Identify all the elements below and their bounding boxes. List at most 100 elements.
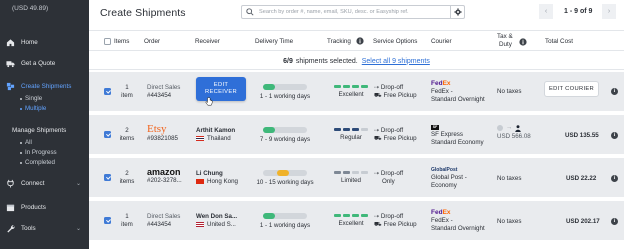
column-tax-duty-line1[interactable]: Tax & — [497, 33, 513, 40]
delivery-progress-bar — [263, 170, 307, 176]
tracking-dash — [361, 85, 368, 88]
column-delivery-time[interactable]: Delivery Time — [255, 38, 293, 45]
pagination-text: 1 - 9 of 9 — [564, 8, 593, 15]
items-count: 1 item — [121, 84, 133, 99]
truck-icon: ⛟ — [374, 135, 384, 142]
next-page-button[interactable]: › — [602, 4, 616, 19]
amazon-logo: amazon — [147, 167, 181, 177]
tracking-dash — [343, 85, 350, 88]
column-items[interactable]: Items — [114, 38, 129, 45]
sidebar-item-create-shipments[interactable]: Create Shipments — [0, 82, 89, 91]
delivery-progress-fill — [263, 213, 275, 219]
delivery-time: 10 - 15 working days — [254, 170, 316, 187]
row-checkbox[interactable] — [104, 131, 111, 138]
sidebar-item-get-a-quote[interactable]: Get a Quote — [0, 59, 89, 68]
delivery-progress-bar — [263, 127, 307, 133]
wrench-icon — [7, 225, 15, 233]
sidebar-sub-label: Completed — [25, 159, 55, 166]
search-input[interactable] — [259, 9, 439, 15]
info-icon[interactable] — [519, 38, 527, 46]
dropoff-icon: ⇢ — [374, 170, 381, 177]
arrow-right-icon: → — [506, 124, 513, 131]
search-settings-button[interactable] — [450, 6, 464, 18]
sidebar-sub-label: All — [25, 139, 32, 146]
info-icon[interactable] — [356, 37, 364, 45]
fedex-logo: FedEx — [431, 209, 451, 216]
search-icon — [246, 8, 254, 16]
row-checkbox[interactable] — [104, 88, 111, 95]
dropoff-icon: ⇢ — [374, 213, 381, 220]
column-total-cost[interactable]: Total Cost — [545, 38, 573, 45]
table-row[interactable]: 2 items amazon #202-3278... Li Chung Hong… — [89, 158, 624, 199]
tracking-dash — [361, 214, 368, 217]
service-options: ⇢ Drop-off ⛟ Free Pickup — [374, 84, 417, 99]
table-row[interactable]: 1 item Direct Sales #443454 EDIT RECEIVER … — [89, 72, 624, 113]
delivery-time: 1 - 1 working days — [254, 84, 316, 101]
truck-icon: ⛟ — [374, 92, 384, 99]
sidebar-item-connect[interactable]: Connect ⌄ — [0, 179, 89, 188]
plug-icon — [7, 179, 14, 188]
column-courier[interactable]: Courier — [431, 38, 452, 45]
receiver-info[interactable]: Li Chung Hong Kong — [196, 170, 238, 186]
select-all-link[interactable]: Select all 9 shipments — [362, 58, 430, 65]
column-receiver[interactable]: Receiver — [195, 38, 220, 45]
courier-info: FedEx FedEx - Standard Overnight — [431, 80, 485, 103]
sidebar-item-label: Get a Quote — [21, 60, 56, 67]
info-icon[interactable]: i — [611, 175, 618, 182]
sidebar-item-manage-shipments[interactable]: Manage Shipments — [0, 126, 89, 135]
info-icon[interactable]: i — [611, 88, 618, 95]
bullet — [20, 107, 22, 110]
sidebar-sub-single[interactable]: Single — [20, 95, 42, 102]
column-tracking[interactable]: Tracking — [327, 38, 351, 45]
column-service-options[interactable]: Service Options — [373, 38, 417, 45]
sf-express-logo: SF — [431, 125, 439, 130]
chevron-down-icon: ⌄ — [75, 226, 81, 232]
truck-icon: ⛟ — [374, 221, 384, 228]
items-count: 2 items — [119, 170, 135, 185]
receiver-info[interactable]: Wen Don Sa... United S... — [196, 213, 237, 229]
sidebar-item-label: Manage Shipments — [12, 127, 67, 134]
info-icon[interactable]: i — [611, 218, 618, 225]
sidebar-sub-multiple[interactable]: Multiple — [20, 105, 46, 112]
order-number: #443454 — [147, 221, 172, 228]
sidebar-sub-completed[interactable]: Completed — [20, 159, 55, 166]
service-options: ⇢ Drop-off ⛟ Free Pickup — [374, 127, 417, 142]
sidebar: (USD 49.89) Home Get a Quote Create Ship… — [0, 0, 89, 249]
sidebar-item-home[interactable]: Home — [0, 38, 89, 47]
fedex-logo: FedEx — [431, 80, 451, 87]
column-order[interactable]: Order — [144, 38, 160, 45]
tax-info: No taxes — [497, 218, 522, 225]
table-row[interactable]: 2 items Etsy #93821085 Arthit Kamon Thail… — [89, 115, 624, 156]
receiver-info[interactable]: Arthit Kamon Thailand — [196, 127, 235, 143]
tracking-rating: Limited — [332, 171, 370, 185]
sidebar-sub-all[interactable]: All — [20, 139, 32, 146]
service-options: ⇢ Drop-off Only — [374, 170, 404, 185]
prev-page-button[interactable]: ‹ — [539, 4, 553, 19]
tracking-dash — [352, 214, 359, 217]
tracking-dash — [334, 85, 341, 88]
select-all-checkbox[interactable] — [104, 38, 111, 45]
dropoff-icon: ⇢ — [374, 84, 381, 91]
order-info: Direct Sales #443454 — [147, 84, 180, 100]
sidebar-item-label: Connect — [21, 180, 45, 187]
sidebar-sub-label: In Progress — [25, 149, 57, 156]
table-row[interactable]: 1 item Direct Sales #443454 Wen Don Sa...… — [89, 201, 624, 242]
store-name: Direct Sales — [147, 84, 181, 91]
tracking-meter — [332, 214, 370, 217]
sidebar-sub-in-progress[interactable]: In Progress — [20, 149, 57, 156]
column-tax-duty-line2[interactable]: Duty — [499, 41, 512, 48]
row-checkbox[interactable] — [104, 217, 111, 224]
edit-receiver-button[interactable]: EDIT RECEIVER — [196, 77, 246, 106]
edit-courier-button[interactable]: EDIT COURIER — [544, 81, 599, 97]
row-checkbox[interactable] — [104, 174, 111, 181]
bullet — [20, 161, 22, 164]
order-info: Etsy #93821085 — [147, 123, 178, 143]
service-options: ⇢ Drop-off ⛟ Free Pickup — [374, 213, 417, 228]
tracking-dash — [361, 128, 368, 131]
tracking-rating: Regular — [332, 128, 370, 142]
sidebar-item-tools[interactable]: Tools ⌄ — [0, 224, 89, 233]
sidebar-item-products[interactable]: Products — [0, 203, 89, 212]
courier-info: SF SF Express Standard Economy — [431, 125, 484, 146]
receiver-name: Arthit Kamon — [196, 127, 236, 134]
info-icon[interactable]: i — [611, 132, 618, 139]
